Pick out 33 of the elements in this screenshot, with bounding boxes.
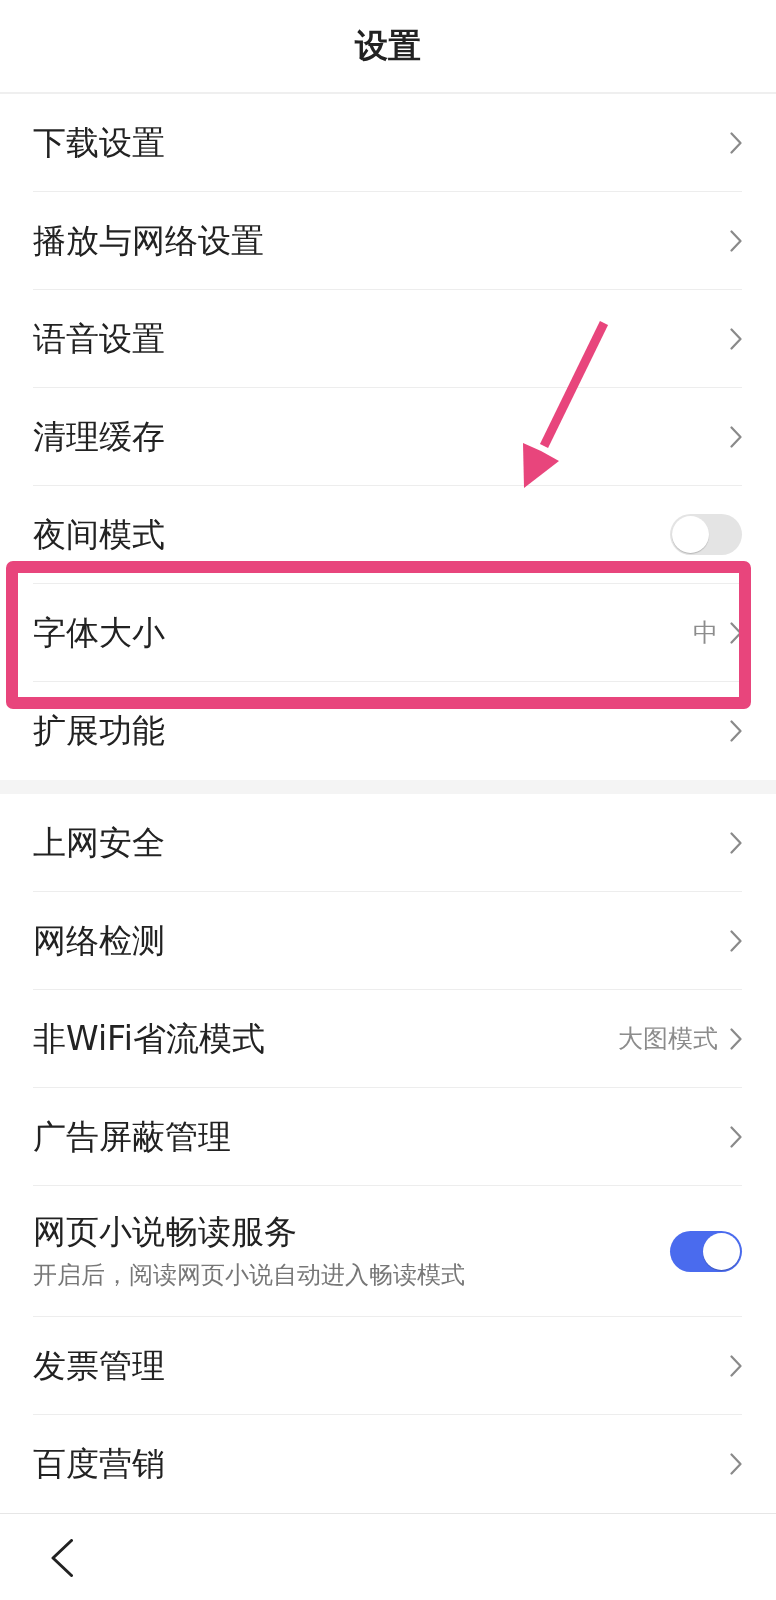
chevron-icon xyxy=(730,327,742,350)
setting-label[interactable]: 语音设置 xyxy=(33,318,165,359)
setting-label[interactable]: 广告屏蔽管理 xyxy=(33,1116,231,1157)
chevron-icon xyxy=(730,1027,742,1050)
back-icon[interactable] xyxy=(51,1539,73,1577)
setting-label[interactable]: 扩展功能 xyxy=(33,710,165,751)
setting-label[interactable]: 发票管理 xyxy=(33,1345,165,1386)
toggle-switch[interactable] xyxy=(670,1230,742,1272)
chevron-icon xyxy=(730,1452,742,1475)
setting-label[interactable]: 字体大小 xyxy=(33,612,165,653)
setting-label[interactable]: 网络检测 xyxy=(33,920,165,961)
setting-value: 大图模式 xyxy=(618,1023,718,1054)
chevron-icon xyxy=(730,1125,742,1148)
chevron-icon xyxy=(730,831,742,854)
setting-label[interactable]: 非WiFi省流模式 xyxy=(33,1018,265,1059)
chevron-icon xyxy=(730,229,742,252)
toggle-switch[interactable] xyxy=(670,514,742,555)
chevron-icon xyxy=(730,131,742,154)
chevron-icon xyxy=(730,929,742,952)
chevron-icon xyxy=(730,425,742,448)
chevron-icon xyxy=(730,1354,742,1377)
setting-label[interactable]: 上网安全 xyxy=(33,822,165,863)
setting-label[interactable]: 清理缓存 xyxy=(33,416,165,457)
setting-label[interactable]: 播放与网络设置 xyxy=(33,220,264,261)
setting-value: 中 xyxy=(693,617,718,648)
page-title: 设置 xyxy=(355,26,421,66)
setting-label: 夜间模式 xyxy=(33,514,165,555)
chevron-icon xyxy=(730,719,742,742)
setting-description: 开启后，阅读网页小说自动进入畅读模式 xyxy=(33,1260,465,1290)
chevron-icon xyxy=(730,621,742,644)
setting-label[interactable]: 百度营销 xyxy=(33,1443,165,1484)
setting-label: 网页小说畅读服务 xyxy=(33,1212,297,1252)
setting-label[interactable]: 下载设置 xyxy=(33,122,165,163)
